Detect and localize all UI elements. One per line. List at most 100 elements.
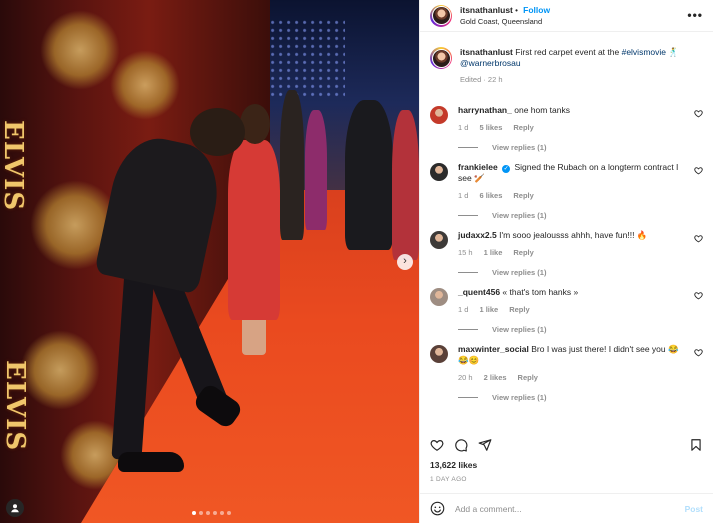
view-replies-button[interactable]: View replies (1)	[458, 268, 703, 277]
comment: judaxx2.5 I'm sooo jealousss ahhh, have …	[430, 230, 703, 258]
comment-thread: _quent456 « that's tom hanks » 1 d 1 lik…	[430, 287, 703, 334]
commenter-username[interactable]: frankielee	[458, 162, 498, 172]
guest-figure	[305, 110, 327, 230]
commenter-avatar[interactable]	[430, 231, 448, 249]
post-date: 1 DAY AGO	[430, 476, 467, 483]
guest-figure	[392, 110, 419, 260]
dancer-head	[190, 108, 245, 156]
woman-red-dress	[228, 140, 280, 320]
carousel-dots	[192, 511, 231, 515]
add-comment-bar: Post	[420, 493, 713, 523]
comment-thread: harrynathan_ one hom tanks 1 d 5 likes R…	[430, 105, 703, 152]
commenter-avatar[interactable]	[430, 106, 448, 124]
commenter-username[interactable]: _quent456	[458, 287, 500, 297]
comment-time: 15 h	[458, 248, 473, 257]
post-comment-button[interactable]: Post	[685, 504, 703, 514]
comment-input[interactable]	[455, 503, 685, 514]
reply-button[interactable]: Reply	[513, 190, 533, 201]
reply-button[interactable]: Reply	[509, 304, 529, 315]
wall-logo-text: ELVIS	[0, 360, 30, 452]
view-replies-label: View replies (1)	[492, 211, 547, 220]
user-icon	[11, 504, 19, 513]
comment-likes[interactable]: 5 likes	[479, 122, 502, 133]
caption-mention-link[interactable]: @warnerbrosau	[460, 58, 521, 68]
view-replies-button[interactable]: View replies (1)	[458, 393, 703, 402]
comment-text: one hom tanks	[514, 105, 570, 115]
carousel-dot	[220, 511, 224, 515]
reply-button[interactable]: Reply	[518, 372, 538, 383]
comment-time: 1 d	[458, 305, 469, 314]
comment-time: 1 d	[458, 191, 469, 200]
post-caption: itsnathanlust First red carpet event at …	[430, 47, 703, 85]
like-comment-heart-icon[interactable]	[694, 234, 703, 243]
comment-likes[interactable]: 1 like	[479, 304, 498, 315]
comment-thread: frankielee ✓ Signed the Rubach on a long…	[430, 162, 703, 220]
comment-text: « that's tom hanks »	[502, 287, 579, 297]
author-avatar[interactable]	[430, 4, 452, 27]
comment: maxwinter_social Bro I was just there! I…	[430, 344, 703, 383]
more-options-icon[interactable]: •••	[687, 9, 703, 21]
view-replies-button[interactable]: View replies (1)	[458, 143, 703, 152]
caption-username[interactable]: itsnathanlust	[460, 47, 513, 57]
heart-icon[interactable]	[430, 438, 444, 452]
carousel-next-button[interactable]: ›	[397, 254, 413, 270]
commenter-avatar[interactable]	[430, 288, 448, 306]
woman-legs	[242, 315, 266, 355]
view-replies-label: View replies (1)	[492, 393, 547, 402]
view-replies-label: View replies (1)	[492, 143, 547, 152]
commenter-avatar[interactable]	[430, 163, 448, 181]
post-media[interactable]: ELVIS ELVIS ›	[0, 0, 419, 523]
view-replies-button[interactable]: View replies (1)	[458, 211, 703, 220]
post-header: itsnathanlust • Follow Gold Coast, Queen…	[420, 0, 713, 32]
comment-likes[interactable]: 6 likes	[479, 190, 502, 201]
post-location[interactable]: Gold Coast, Queensland	[460, 16, 550, 27]
guest-figure	[280, 90, 304, 240]
woman-head	[240, 104, 270, 144]
comment-time: 1 d	[458, 123, 469, 132]
carousel-dot	[192, 511, 196, 515]
commenter-username[interactable]: judaxx2.5	[458, 230, 497, 240]
reply-button[interactable]: Reply	[513, 122, 533, 133]
verified-badge-icon: ✓	[502, 165, 511, 173]
caption-emoji: 🕺	[668, 47, 679, 57]
follow-button[interactable]: Follow	[523, 5, 550, 15]
comment-icon[interactable]	[454, 438, 468, 452]
comment-likes[interactable]: 2 likes	[484, 372, 507, 383]
like-comment-heart-icon[interactable]	[694, 348, 703, 357]
tagged-users-button[interactable]	[6, 499, 24, 517]
comment-thread: judaxx2.5 I'm sooo jealousss ahhh, have …	[430, 230, 703, 277]
wall-logo-text: ELVIS	[0, 120, 28, 212]
comment-text: I'm sooo jealousss ahhh, have fun!!! 🔥	[499, 230, 648, 240]
dancer-shoe	[118, 452, 184, 472]
emoji-icon[interactable]	[430, 501, 445, 516]
like-comment-heart-icon[interactable]	[694, 291, 703, 300]
reply-button[interactable]: Reply	[513, 247, 533, 258]
bookmark-icon[interactable]	[689, 438, 703, 452]
caption-hashtag-link[interactable]: #elvismovie	[622, 47, 666, 57]
commenter-avatar[interactable]	[430, 345, 448, 363]
like-comment-heart-icon[interactable]	[694, 109, 703, 118]
post-side-panel: itsnathanlust • Follow Gold Coast, Queen…	[419, 0, 713, 523]
view-replies-button[interactable]: View replies (1)	[458, 325, 703, 334]
carousel-dot	[227, 511, 231, 515]
guest-figure	[345, 100, 393, 250]
caption-text: First red carpet event at the	[515, 47, 622, 57]
comment: _quent456 « that's tom hanks » 1 d 1 lik…	[430, 287, 703, 315]
commenter-username[interactable]: maxwinter_social	[458, 344, 529, 354]
comment-likes[interactable]: 1 like	[484, 247, 503, 258]
comments-list[interactable]: itsnathanlust First red carpet event at …	[430, 47, 703, 430]
author-username[interactable]: itsnathanlust	[460, 5, 513, 15]
carousel-dot	[206, 511, 210, 515]
share-icon[interactable]	[478, 438, 492, 452]
post-actions-bar	[430, 435, 703, 455]
view-replies-label: View replies (1)	[492, 325, 547, 334]
comment: frankielee ✓ Signed the Rubach on a long…	[430, 162, 703, 201]
caption-meta: Edited · 22 h	[460, 75, 503, 84]
commenter-username[interactable]: harrynathan_	[458, 105, 512, 115]
like-comment-heart-icon[interactable]	[694, 166, 703, 175]
carousel-dot	[213, 511, 217, 515]
author-avatar[interactable]	[430, 47, 452, 69]
view-replies-label: View replies (1)	[492, 268, 547, 277]
likes-count[interactable]: 13,622 likes	[430, 460, 477, 470]
comment-time: 20 h	[458, 373, 473, 382]
